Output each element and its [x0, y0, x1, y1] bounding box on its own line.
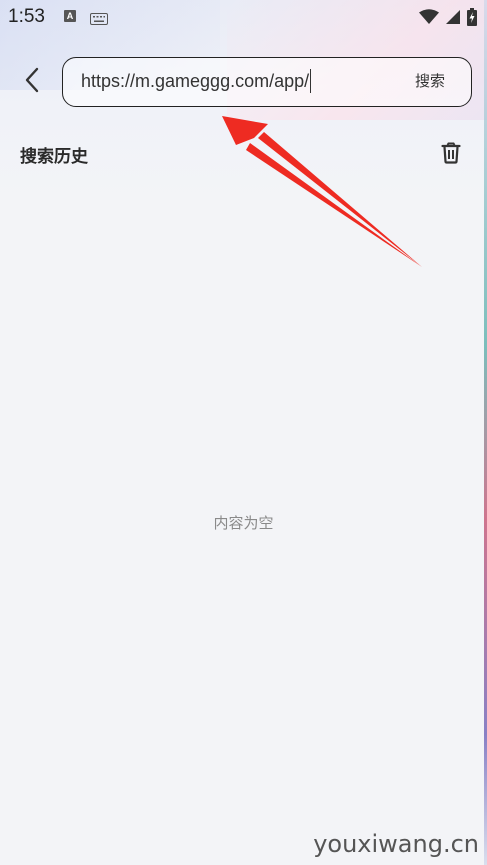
battery-charging-icon: [467, 8, 477, 30]
search-input-value: https://m.gameggg.com/app/: [81, 71, 310, 91]
empty-state-text: 内容为空: [213, 514, 274, 532]
wifi-icon: [419, 9, 439, 29]
search-button[interactable]: 搜索: [415, 58, 445, 105]
keyboard-icon: [90, 10, 108, 29]
trash-icon[interactable]: [440, 142, 462, 164]
back-button[interactable]: [14, 62, 50, 102]
status-bar: 1:53 A: [0, 0, 487, 34]
history-title: 搜索历史: [20, 147, 88, 167]
text-caret: [310, 68, 312, 93]
status-time: 1:53: [8, 6, 45, 27]
search-input[interactable]: https://m.gameggg.com/app/: [81, 58, 312, 105]
chevron-left-icon: [22, 66, 42, 98]
text-a-icon: A: [64, 10, 76, 22]
signal-icon: [445, 9, 461, 29]
status-right-icons: [419, 8, 477, 30]
search-box[interactable]: https://m.gameggg.com/app/ 搜索: [62, 57, 472, 107]
watermark: youxiwang.cn: [313, 830, 479, 858]
